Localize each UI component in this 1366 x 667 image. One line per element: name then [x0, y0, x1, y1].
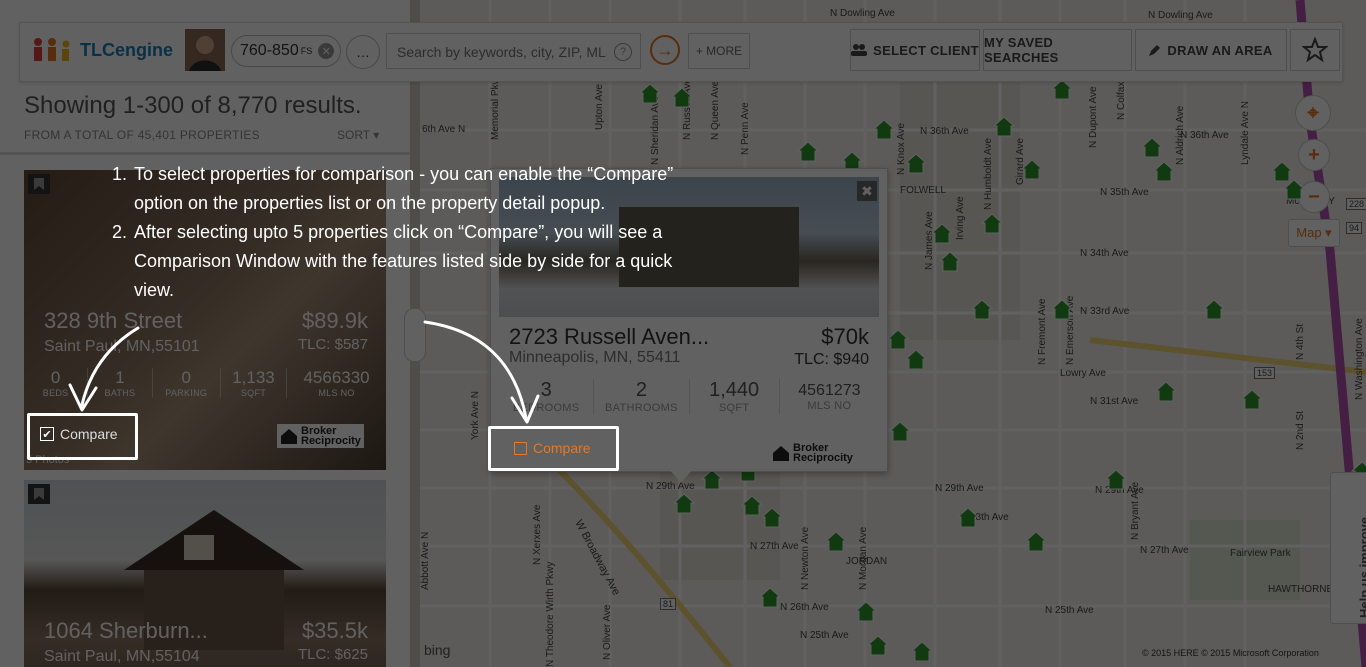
tutorial-arrows: [68, 320, 540, 424]
